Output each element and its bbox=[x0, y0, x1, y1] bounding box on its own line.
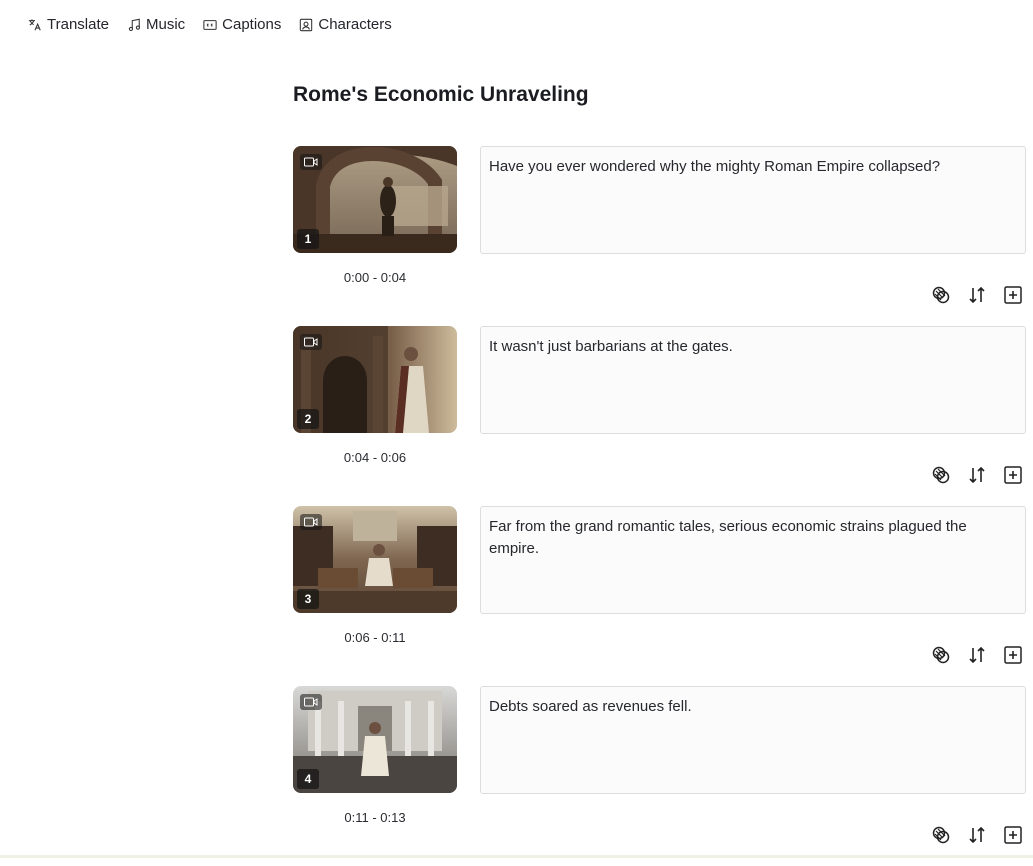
scene-number: 2 bbox=[297, 409, 319, 429]
merge-icon bbox=[932, 466, 950, 484]
add-scene-button[interactable] bbox=[1002, 464, 1024, 486]
video-camera-icon bbox=[300, 154, 322, 170]
reorder-button[interactable] bbox=[966, 644, 988, 666]
captions-button[interactable]: Captions bbox=[203, 16, 281, 33]
scene-time-range: 0:11 - 0:13 bbox=[344, 810, 406, 825]
scene-script-field[interactable]: Debts soared as revenues fell. bbox=[480, 686, 1026, 794]
music-note-icon bbox=[128, 18, 141, 31]
add-scene-button[interactable] bbox=[1002, 824, 1024, 846]
scene-actions bbox=[930, 284, 1024, 306]
scene-number: 1 bbox=[297, 229, 319, 249]
reorder-icon bbox=[969, 286, 985, 304]
captions-label: Captions bbox=[222, 16, 282, 33]
characters-label: Characters bbox=[318, 16, 392, 33]
reorder-icon bbox=[969, 826, 985, 844]
translate-label: Translate bbox=[47, 16, 109, 33]
scene-row: 3 0:06 - 0:11 Far from the grand romanti… bbox=[293, 506, 1033, 686]
captions-icon bbox=[203, 19, 217, 30]
scene-actions bbox=[930, 824, 1024, 846]
reorder-button[interactable] bbox=[966, 464, 988, 486]
add-scene-button[interactable] bbox=[1002, 284, 1024, 306]
top-toolbar: Translate Music Captions Characters bbox=[28, 16, 392, 33]
scene-time-range: 0:00 - 0:04 bbox=[343, 270, 407, 285]
scene-actions bbox=[930, 464, 1024, 486]
translate-button[interactable]: Translate bbox=[28, 16, 109, 33]
page-title: Rome's Economic Unraveling bbox=[293, 83, 589, 106]
scene-thumbnail[interactable]: 3 bbox=[293, 506, 457, 613]
music-label: Music bbox=[145, 16, 186, 33]
reorder-button[interactable] bbox=[966, 284, 988, 306]
scene-script-field[interactable]: Have you ever wondered why the mighty Ro… bbox=[480, 146, 1026, 254]
scene-row: 2 0:04 - 0:06 It wasn't just barbarians … bbox=[293, 326, 1033, 506]
scene-thumbnail[interactable]: 2 bbox=[293, 326, 457, 433]
video-camera-icon bbox=[300, 694, 322, 710]
merge-button[interactable] bbox=[930, 644, 952, 666]
portrait-icon bbox=[300, 18, 313, 31]
add-scene-button[interactable] bbox=[1002, 644, 1024, 666]
video-camera-icon bbox=[300, 514, 322, 530]
characters-button[interactable]: Characters bbox=[299, 16, 392, 33]
merge-button[interactable] bbox=[930, 284, 952, 306]
merge-icon bbox=[932, 286, 950, 304]
merge-button[interactable] bbox=[930, 824, 952, 846]
add-scene-icon bbox=[1004, 646, 1022, 664]
scene-row: 4 0:11 - 0:13 Debts soared as revenues f… bbox=[293, 686, 1033, 866]
merge-icon bbox=[932, 826, 950, 844]
add-scene-icon bbox=[1004, 286, 1022, 304]
reorder-icon bbox=[969, 466, 985, 484]
scene-actions bbox=[930, 644, 1024, 666]
translate-icon bbox=[28, 18, 41, 30]
scene-thumbnail[interactable]: 1 bbox=[293, 146, 457, 253]
music-button[interactable]: Music bbox=[127, 16, 185, 33]
reorder-button[interactable] bbox=[966, 824, 988, 846]
add-scene-icon bbox=[1004, 826, 1022, 844]
scene-time-range: 0:04 - 0:06 bbox=[343, 450, 407, 465]
scene-script-field[interactable]: Far from the grand romantic tales, serio… bbox=[480, 506, 1026, 614]
scene-script-field[interactable]: It wasn't just barbarians at the gates. bbox=[480, 326, 1026, 434]
scene-time-range: 0:06 - 0:11 bbox=[344, 630, 406, 645]
scene-number: 4 bbox=[297, 769, 319, 789]
add-scene-icon bbox=[1004, 466, 1022, 484]
merge-icon bbox=[932, 646, 950, 664]
reorder-icon bbox=[969, 646, 985, 664]
scene-row: 1 0:00 - 0:04 Have you ever wondered why… bbox=[293, 146, 1033, 326]
scene-thumbnail[interactable]: 4 bbox=[293, 686, 457, 793]
scene-number: 3 bbox=[297, 589, 319, 609]
merge-button[interactable] bbox=[930, 464, 952, 486]
video-camera-icon bbox=[300, 334, 322, 350]
